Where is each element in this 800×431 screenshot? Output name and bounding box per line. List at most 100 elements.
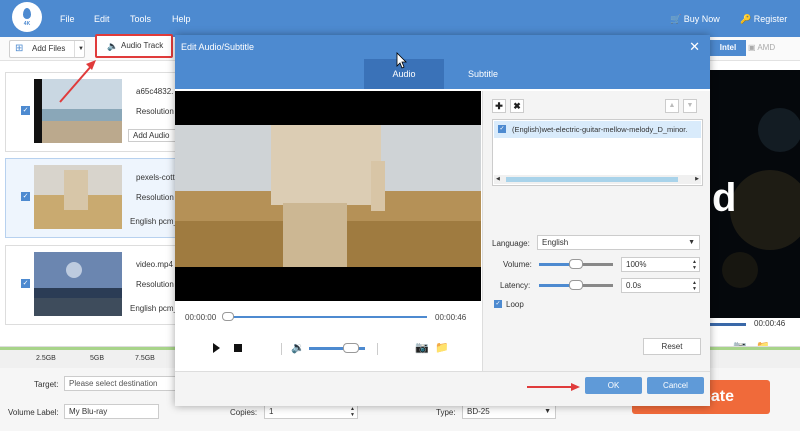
buy-now-label: Buy Now bbox=[683, 14, 720, 24]
chevron-down-icon: ▼ bbox=[688, 239, 695, 246]
tab-subtitle[interactable]: Subtitle bbox=[445, 59, 521, 89]
add-file-icon: ⊞ bbox=[15, 43, 24, 54]
latency-slider[interactable] bbox=[539, 280, 613, 290]
cancel-button[interactable]: Cancel bbox=[647, 377, 704, 394]
loop-checkbox[interactable]: ✓ bbox=[494, 300, 502, 308]
audio-track-label: Audio Track bbox=[121, 41, 164, 50]
target-label: Target: bbox=[34, 380, 59, 389]
play-icon[interactable] bbox=[213, 343, 220, 353]
volume-slider-handle[interactable] bbox=[569, 259, 583, 269]
scrollbar-thumb[interactable] bbox=[506, 177, 678, 182]
target-select[interactable]: Please select destination bbox=[64, 376, 176, 391]
intel-toggle[interactable]: Intel bbox=[710, 40, 746, 56]
dialog-title: Edit Audio/Subtitle bbox=[175, 35, 710, 59]
file-row[interactable]: ✓ video.mp4 Resolution English pcm_ bbox=[5, 245, 178, 325]
add-files-label: Add Files bbox=[32, 44, 66, 53]
move-up-icon[interactable]: ▲ bbox=[665, 99, 679, 113]
volume-value: 100% bbox=[626, 260, 647, 269]
menu-help[interactable]: Help bbox=[172, 14, 191, 24]
copies-stepper[interactable]: 1 ▲ ▼ bbox=[264, 404, 358, 419]
stepper-arrows-icon[interactable]: ▲ ▼ bbox=[692, 280, 697, 292]
latency-slider-handle[interactable] bbox=[569, 280, 583, 290]
folder-icon[interactable]: 📁 bbox=[435, 341, 449, 354]
video-preview bbox=[175, 91, 481, 301]
file-resolution: Resolution bbox=[136, 193, 174, 202]
preview-time: 00:00:46 bbox=[754, 319, 786, 328]
amd-label: AMD bbox=[757, 43, 776, 52]
volume-label-label: Volume Label: bbox=[8, 408, 59, 417]
horizontal-scrollbar[interactable]: ◀ ▶ bbox=[494, 175, 701, 184]
volume-label-input[interactable]: My Blu-ray bbox=[64, 404, 159, 419]
preview-seek-bar[interactable] bbox=[710, 323, 746, 326]
copies-label: Copies: bbox=[230, 408, 258, 417]
ok-button[interactable]: OK bbox=[585, 377, 642, 394]
add-files-button[interactable]: ⊞ Add Files ▼ bbox=[9, 40, 85, 58]
file-resolution: Resolution bbox=[136, 107, 174, 116]
drop-icon bbox=[23, 8, 31, 19]
time-total: 00:00:46 bbox=[435, 313, 467, 322]
copies-value: 1 bbox=[269, 407, 274, 416]
move-down-icon[interactable]: ▼ bbox=[683, 99, 697, 113]
audio-select[interactable]: English pcm_ bbox=[130, 217, 178, 226]
amd-toggle[interactable]: ▣ AMD bbox=[748, 40, 778, 56]
list-item[interactable]: ✓ (English)wet-electric-guitar-mellow-me… bbox=[494, 121, 701, 138]
type-value: BD-25 bbox=[467, 407, 490, 416]
file-checkbox[interactable]: ✓ bbox=[21, 192, 30, 201]
stepper-arrows-icon[interactable]: ▲ ▼ bbox=[350, 406, 355, 418]
audio-select[interactable]: English pcm_ bbox=[130, 304, 178, 313]
reset-button[interactable]: Reset bbox=[643, 338, 701, 355]
seek-handle[interactable] bbox=[222, 312, 234, 321]
file-thumbnail bbox=[34, 252, 122, 316]
loop-label: Loop bbox=[506, 300, 524, 309]
audio-settings-panel: ✚ ✖ ▲ ▼ ✓ (English)wet-electric-guitar-m… bbox=[482, 91, 710, 371]
file-checkbox[interactable]: ✓ bbox=[21, 106, 30, 115]
remove-icon[interactable]: ✖ bbox=[510, 99, 524, 113]
menu-tools[interactable]: Tools bbox=[130, 14, 151, 24]
player-volume-handle[interactable] bbox=[343, 343, 359, 353]
audio-track-button[interactable]: 🔈 Audio Track bbox=[95, 34, 173, 58]
scroll-left-icon[interactable]: ◀ bbox=[496, 176, 500, 182]
snapshot-icon[interactable]: 📷 bbox=[415, 341, 429, 354]
file-row[interactable]: ✓ a65c4832. Resolution Add Audio bbox=[5, 72, 188, 152]
volume-label: Volume: bbox=[503, 260, 532, 269]
file-thumbnail bbox=[34, 165, 122, 229]
language-label: Language: bbox=[492, 239, 530, 248]
latency-stepper[interactable]: 0.0s ▲ ▼ bbox=[621, 278, 700, 293]
amd-icon: ▣ bbox=[748, 43, 756, 52]
volume-stepper[interactable]: 100% ▲ ▼ bbox=[621, 257, 700, 272]
buy-now-button[interactable]: 🛒 Buy Now bbox=[670, 14, 720, 25]
file-checkbox[interactable]: ✓ bbox=[21, 279, 30, 288]
tab-audio[interactable]: Audio bbox=[364, 59, 444, 89]
seek-bar-row: 00:00:00 00:00:46 bbox=[175, 309, 481, 325]
type-select[interactable]: BD-25 ▼ bbox=[462, 404, 556, 419]
disk-label: 7.5GB bbox=[135, 355, 155, 362]
menu-edit[interactable]: Edit bbox=[94, 14, 110, 24]
language-select[interactable]: English ▼ bbox=[537, 235, 700, 250]
edit-audio-subtitle-dialog: Edit Audio/Subtitle ✕ Audio Subtitle 00:… bbox=[175, 35, 710, 406]
player-controls: 🔉 📷 📁 bbox=[175, 337, 481, 359]
seek-bar[interactable] bbox=[231, 316, 427, 318]
scroll-right-icon[interactable]: ▶ bbox=[695, 176, 699, 182]
logo-text: 4K bbox=[23, 21, 31, 27]
app-logo: 4K bbox=[12, 2, 42, 32]
time-current: 00:00:00 bbox=[185, 313, 217, 322]
preview-title: d bbox=[712, 176, 737, 220]
volume-slider[interactable] bbox=[539, 259, 613, 269]
track-name: (English)wet-electric-guitar-mellow-melo… bbox=[512, 125, 688, 134]
stepper-arrows-icon[interactable]: ▲ ▼ bbox=[692, 259, 697, 271]
volume-icon[interactable]: 🔉 bbox=[291, 341, 305, 354]
file-row[interactable]: ✓ pexels-cott Resolution English pcm_ bbox=[5, 158, 178, 238]
add-icon[interactable]: ✚ bbox=[492, 99, 506, 113]
cart-icon: 🛒 bbox=[670, 14, 682, 24]
stop-icon[interactable] bbox=[234, 344, 242, 352]
register-label: Register bbox=[753, 14, 788, 24]
audio-track-list: ✓ (English)wet-electric-guitar-mellow-me… bbox=[492, 119, 703, 186]
chevron-down-icon: ▼ bbox=[544, 408, 551, 415]
divider bbox=[377, 343, 378, 355]
track-checkbox[interactable]: ✓ bbox=[498, 125, 506, 133]
file-name: pexels-cott bbox=[136, 173, 175, 182]
menu-file[interactable]: File bbox=[60, 14, 75, 24]
chevron-down-icon[interactable]: ▼ bbox=[74, 41, 84, 57]
close-icon[interactable]: ✕ bbox=[689, 39, 700, 55]
register-button[interactable]: 🔑 Register bbox=[740, 14, 787, 25]
